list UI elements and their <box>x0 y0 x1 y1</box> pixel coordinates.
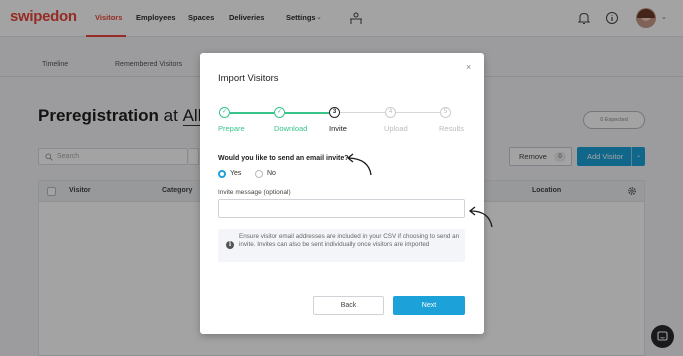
radio-no[interactable] <box>255 170 263 178</box>
step-prepare-check-icon: ✓ <box>219 107 230 118</box>
radio-yes-label[interactable]: Yes <box>230 170 241 177</box>
step-download-check-icon: ✓ <box>274 107 285 118</box>
step-invite-number: 3 <box>329 107 340 118</box>
step-connector <box>285 112 329 114</box>
step-label-upload: Upload <box>384 124 408 133</box>
invite-message-label: Invite message (optional) <box>218 189 291 196</box>
annotation-arrow-icon <box>346 153 372 176</box>
step-connector <box>340 112 385 113</box>
back-button[interactable]: Back <box>313 296 384 315</box>
annotation-arrow-icon <box>468 206 493 228</box>
step-connector <box>396 112 440 113</box>
radio-no-label[interactable]: No <box>267 170 276 177</box>
next-button[interactable]: Next <box>393 296 465 315</box>
import-visitors-dialog: Import Visitors × ✓ ✓ 3 4 5 Prepare Down… <box>200 53 493 334</box>
radio-yes[interactable] <box>218 170 226 178</box>
step-label-results: Results <box>439 124 465 133</box>
step-results-number: 5 <box>440 107 451 118</box>
info-notice-text: Ensure visitor email addresses are inclu… <box>239 233 460 249</box>
invite-message-input[interactable] <box>218 199 465 218</box>
info-icon: i <box>226 241 234 249</box>
info-notice: i Ensure visitor email addresses are inc… <box>218 229 465 262</box>
step-label-prepare: Prepare <box>218 124 245 133</box>
step-upload-number: 4 <box>385 107 396 118</box>
step-connector <box>230 112 274 114</box>
dialog-title: Import Visitors <box>218 73 279 84</box>
step-label-invite: Invite <box>329 124 347 133</box>
step-label-download: Download <box>274 124 308 133</box>
close-icon[interactable]: × <box>466 62 471 72</box>
send-invite-question: Would you like to send an email invite? <box>218 155 349 162</box>
